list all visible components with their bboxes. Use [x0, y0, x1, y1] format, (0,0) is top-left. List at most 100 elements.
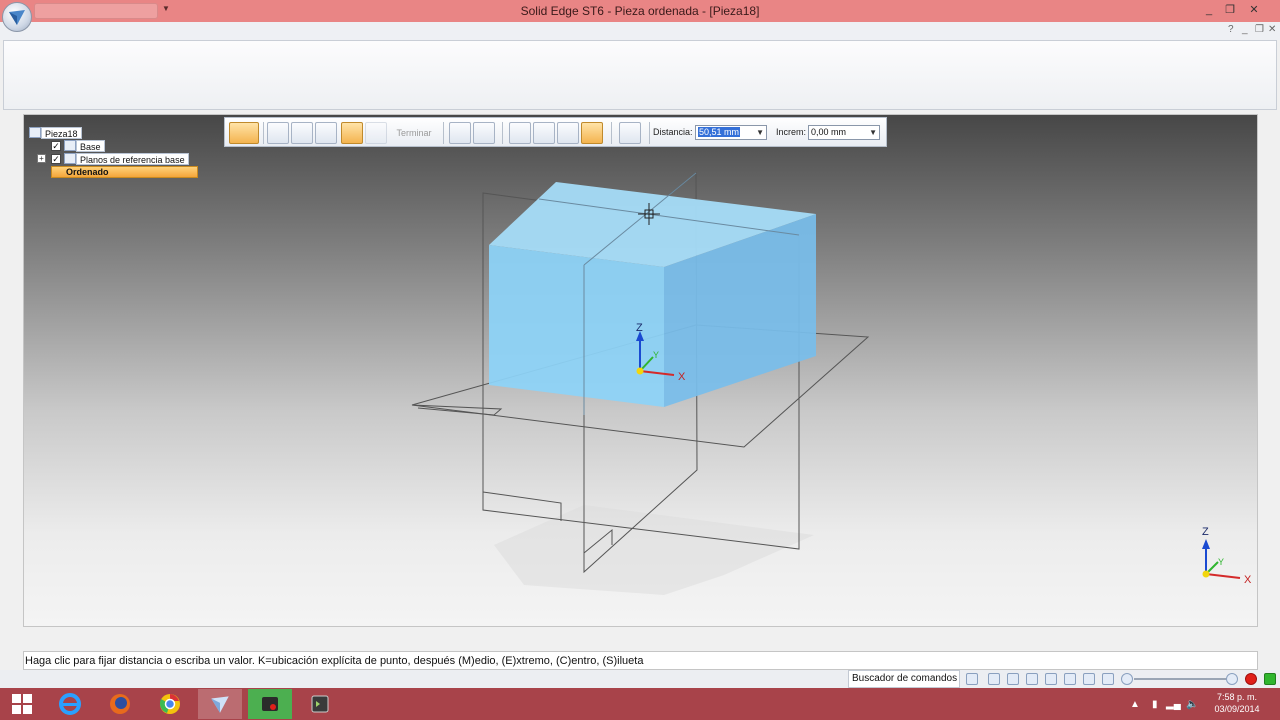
planes-visibility-checkbox[interactable]: ✓: [51, 154, 61, 164]
tray-expand-icon[interactable]: ▲: [1130, 699, 1140, 710]
chevron-down-icon[interactable]: ▼: [756, 126, 764, 139]
nonsymmetric-extent-button[interactable]: [473, 122, 495, 144]
tree-root-part[interactable]: Pieza18: [41, 127, 82, 139]
zoom-out-icon[interactable]: [1121, 673, 1133, 685]
from-to-button[interactable]: [557, 122, 579, 144]
model-scene: Z X Y Z X Y: [411, 171, 1252, 595]
zoom-area-icon[interactable]: [988, 673, 1000, 685]
tree-item-base[interactable]: Base: [76, 140, 105, 152]
prompt-bar: Haga clic para fijar distancia o escriba…: [23, 651, 1258, 670]
3d-viewport[interactable]: Z X Y Z X Y Pieza18 ✓ Base + ✓ Planos de…: [23, 114, 1258, 627]
expand-icon[interactable]: +: [37, 154, 46, 163]
ribbon-tab-strip: ? _ ❐ ✕: [0, 22, 1280, 40]
screen-recorder-icon: [262, 697, 278, 711]
doc-minimize-button[interactable]: _: [1242, 24, 1248, 35]
triad-y-label: Y: [653, 350, 659, 360]
increment-value: 0,00 mm: [811, 127, 847, 137]
volume-icon[interactable]: 🔈: [1186, 699, 1198, 710]
base-visibility-checkbox[interactable]: ✓: [51, 141, 61, 151]
restore-button[interactable]: ❐: [1221, 2, 1239, 18]
separator: [611, 122, 612, 144]
doc-restore-button[interactable]: ❐: [1255, 24, 1264, 35]
keypoint-button[interactable]: [619, 122, 641, 144]
close-button[interactable]: ✕: [1245, 2, 1263, 18]
view-triad-y-label: Y: [1218, 557, 1224, 567]
battery-icon[interactable]: ▮: [1152, 699, 1158, 710]
tree-item-reference-planes[interactable]: Planos de referencia base: [76, 153, 189, 165]
distance-value: 50,51 mm: [698, 127, 741, 137]
triad-x-label: X: [678, 371, 686, 383]
separator: [502, 122, 503, 144]
separator: [263, 122, 264, 144]
increment-label: Increm:: [776, 127, 807, 137]
pathfinder-tree: Pieza18 ✓ Base + ✓ Planos de referencia …: [27, 127, 198, 179]
pan-icon[interactable]: [1045, 673, 1057, 685]
window-title: Solid Edge ST6 - Pieza ordenada - [Pieza…: [520, 4, 760, 18]
internet-explorer-icon: [59, 693, 81, 715]
zoom-in-icon[interactable]: [1226, 673, 1238, 685]
plane-handle: [482, 491, 562, 521]
ground-shadow: [494, 505, 814, 595]
taskbar-firefox[interactable]: [98, 689, 142, 719]
title-bar: ▼ Solid Edge ST6 - Pieza ordenada - [Pie…: [0, 0, 1280, 22]
view-orientation-icon[interactable]: [1102, 673, 1114, 685]
shaded-view-icon[interactable]: [1083, 673, 1095, 685]
ordered-section-header[interactable]: Ordenado: [51, 166, 198, 178]
plane-select-button[interactable]: [267, 122, 289, 144]
tray-clock[interactable]: 7:58 p. m. 03/09/2014: [1206, 691, 1268, 715]
clock-time: 7:58 p. m.: [1216, 692, 1258, 702]
reference-planes-icon: [64, 153, 76, 164]
command-bar: Terminar Distancia: 50,51 mm ▼ Increm: 0…: [224, 117, 887, 147]
symmetric-extent-button[interactable]: [449, 122, 471, 144]
taskbar-solid-edge[interactable]: [198, 689, 242, 719]
taskbar-app[interactable]: [298, 689, 342, 719]
sketch-step-button[interactable]: [291, 122, 313, 144]
triad-z-label: Z: [636, 322, 643, 334]
view-triad-x-label: X: [1244, 574, 1252, 586]
view-triad-z-label: Z: [1202, 526, 1209, 538]
network-icon[interactable]: ▂▄: [1166, 699, 1181, 710]
separator: [649, 122, 650, 144]
help-icon[interactable]: ?: [1228, 24, 1234, 35]
chevron-down-icon[interactable]: ▼: [869, 126, 877, 139]
upload-icon[interactable]: [1264, 673, 1276, 685]
solid-edge-icon: [211, 696, 229, 713]
separator: [443, 122, 444, 144]
refresh-icon[interactable]: [966, 673, 978, 685]
extent-step-button[interactable]: [341, 122, 363, 144]
taskbar-recorder[interactable]: [248, 689, 292, 719]
zoom-icon[interactable]: [1007, 673, 1019, 685]
extrude-step-button[interactable]: [229, 122, 259, 144]
finish-button[interactable]: Terminar: [389, 122, 439, 144]
terminal-app-icon: [311, 695, 329, 713]
treatment-step-button[interactable]: [365, 122, 387, 144]
view-triad: Z X Y: [1202, 526, 1252, 586]
side-step-button[interactable]: [315, 122, 337, 144]
chrome-icon: [159, 694, 180, 714]
start-button[interactable]: [0, 689, 44, 719]
through-next-button[interactable]: [533, 122, 555, 144]
ribbon-panel: [3, 40, 1277, 110]
application-button[interactable]: [2, 2, 32, 32]
part-icon: [29, 127, 41, 138]
command-finder-input[interactable]: Buscador de comandos: [848, 670, 960, 688]
taskbar-chrome[interactable]: [148, 689, 192, 719]
zoom-slider[interactable]: [1134, 678, 1226, 680]
through-all-button[interactable]: [509, 122, 531, 144]
taskbar: [0, 688, 1280, 720]
solid-edge-logo-icon: [9, 10, 25, 25]
increment-input[interactable]: 0,00 mm ▼: [808, 125, 880, 140]
distance-input[interactable]: 50,51 mm ▼: [695, 125, 767, 140]
rotate-icon[interactable]: [1064, 673, 1076, 685]
firefox-icon: [110, 694, 130, 714]
finite-extent-button[interactable]: [581, 122, 603, 144]
minimize-button[interactable]: _: [1200, 2, 1218, 18]
base-feature-icon: [64, 140, 76, 151]
windows-logo-icon: [12, 694, 32, 714]
record-icon[interactable]: [1245, 673, 1257, 685]
doc-close-button[interactable]: ✕: [1268, 24, 1276, 35]
distance-label: Distancia:: [653, 127, 693, 137]
clock-date: 03/09/2014: [1214, 704, 1260, 714]
fit-icon[interactable]: [1026, 673, 1038, 685]
taskbar-internet-explorer[interactable]: [48, 689, 92, 719]
